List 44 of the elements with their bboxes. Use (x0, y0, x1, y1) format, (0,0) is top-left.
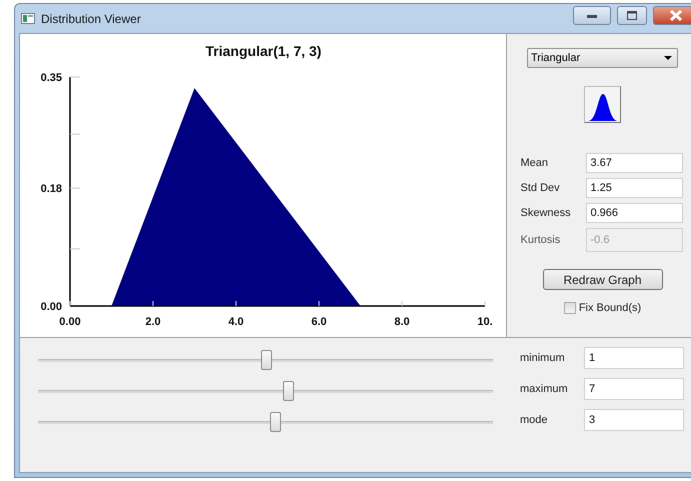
distribution-dropdown[interactable]: Triangular (527, 48, 678, 68)
dropdown-arrow-icon (664, 56, 672, 60)
stat-label: Kurtosis (520, 234, 562, 246)
parameter-field[interactable]: 1 (584, 347, 684, 369)
x-tick-label: 2.0 (145, 316, 161, 328)
bell-curve-icon (586, 92, 618, 122)
parameter-label: mode (520, 414, 549, 426)
distribution-shape-button[interactable] (584, 86, 621, 123)
slider-thumb[interactable] (270, 412, 281, 432)
x-tick-label: 0.00 (59, 316, 81, 328)
slider-thumb[interactable] (283, 381, 294, 401)
parameter-slider[interactable] (38, 381, 493, 401)
stat-label: Skewness (520, 207, 572, 219)
fix-bounds-checkbox[interactable] (564, 302, 576, 314)
fix-bounds-label: Fix Bound(s) (578, 302, 642, 314)
x-tick-label: 8.0 (394, 316, 410, 328)
x-tick-label: 4.0 (228, 316, 244, 328)
minimize-button[interactable] (573, 6, 611, 25)
parameter-field[interactable]: 7 (584, 378, 684, 400)
maximize-button[interactable] (617, 6, 647, 25)
parameter-field[interactable]: 3 (584, 409, 684, 431)
stat-field[interactable]: 1.25 (586, 178, 682, 198)
close-button[interactable] (653, 6, 691, 25)
y-tick-label: 0.18 (40, 183, 62, 196)
x-tick-label: 6.0 (311, 316, 327, 328)
chart-title: Triangular(1, 7, 3) (206, 43, 322, 59)
maximize-icon (627, 11, 637, 20)
parameter-label: maximum (520, 383, 569, 395)
parameter-slider[interactable] (38, 412, 493, 432)
stat-field[interactable]: 3.67 (586, 153, 682, 173)
stat-label: Mean (520, 157, 550, 169)
x-tick-label: 10. (477, 316, 493, 328)
redraw-graph-button[interactable]: Redraw Graph (542, 269, 662, 290)
close-icon (670, 10, 682, 21)
y-tick-label: 0.00 (40, 301, 62, 313)
stat-field[interactable]: 0.966 (586, 203, 682, 223)
parameter-label: minimum (520, 352, 566, 364)
window-title: Distribution Viewer (41, 12, 142, 26)
app-icon (21, 13, 35, 24)
y-tick-label: 0.35 (40, 72, 62, 84)
minimize-icon (587, 14, 597, 18)
stat-label: Std Dev (520, 182, 561, 194)
parameter-slider[interactable] (38, 350, 493, 370)
slider-thumb[interactable] (260, 350, 272, 370)
